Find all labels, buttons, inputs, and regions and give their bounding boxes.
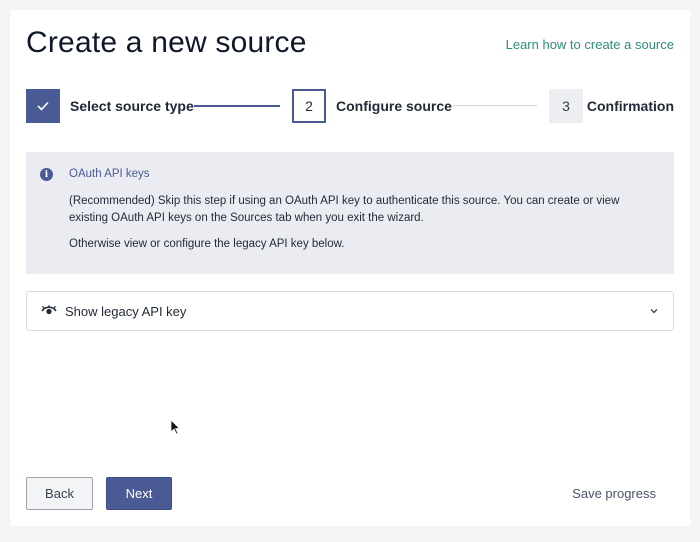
info-banner-text-secondary: Otherwise view or configure the legacy A… bbox=[69, 238, 345, 250]
stepper: Select source type 2 Configure source 3 … bbox=[26, 89, 674, 123]
help-link[interactable]: Learn how to create a source bbox=[506, 37, 674, 52]
step-connector-1 bbox=[194, 105, 280, 107]
step-2-indicator: 2 bbox=[292, 89, 326, 123]
next-button[interactable]: Next bbox=[106, 477, 172, 510]
info-banner: i OAuth API keys (Recommended) Skip this… bbox=[26, 152, 674, 274]
back-button[interactable]: Back bbox=[26, 477, 93, 510]
step-1-indicator bbox=[26, 89, 60, 123]
step-1-label: Select source type bbox=[70, 98, 194, 114]
step-3-indicator: 3 bbox=[549, 89, 583, 123]
save-progress-link[interactable]: Save progress bbox=[572, 486, 656, 501]
step-2-label: Configure source bbox=[336, 98, 452, 114]
legacy-api-key-accordion[interactable]: Show legacy API key bbox=[26, 291, 674, 331]
step-connector-2 bbox=[453, 105, 537, 106]
page-title: Create a new source bbox=[26, 26, 307, 59]
accordion-label: Show legacy API key bbox=[65, 303, 187, 319]
wizard-card: Create a new source Learn how to create … bbox=[10, 10, 690, 526]
eye-icon bbox=[41, 305, 57, 315]
chevron-down-icon bbox=[650, 309, 658, 314]
checkmark-icon bbox=[37, 101, 49, 111]
info-banner-title: OAuth API keys bbox=[69, 168, 150, 180]
step-3-label: Confirmation bbox=[586, 98, 674, 114]
info-icon: i bbox=[40, 168, 53, 181]
info-banner-text: (Recommended) Skip this step if using an… bbox=[69, 195, 620, 224]
mouse-cursor-icon bbox=[170, 419, 180, 435]
